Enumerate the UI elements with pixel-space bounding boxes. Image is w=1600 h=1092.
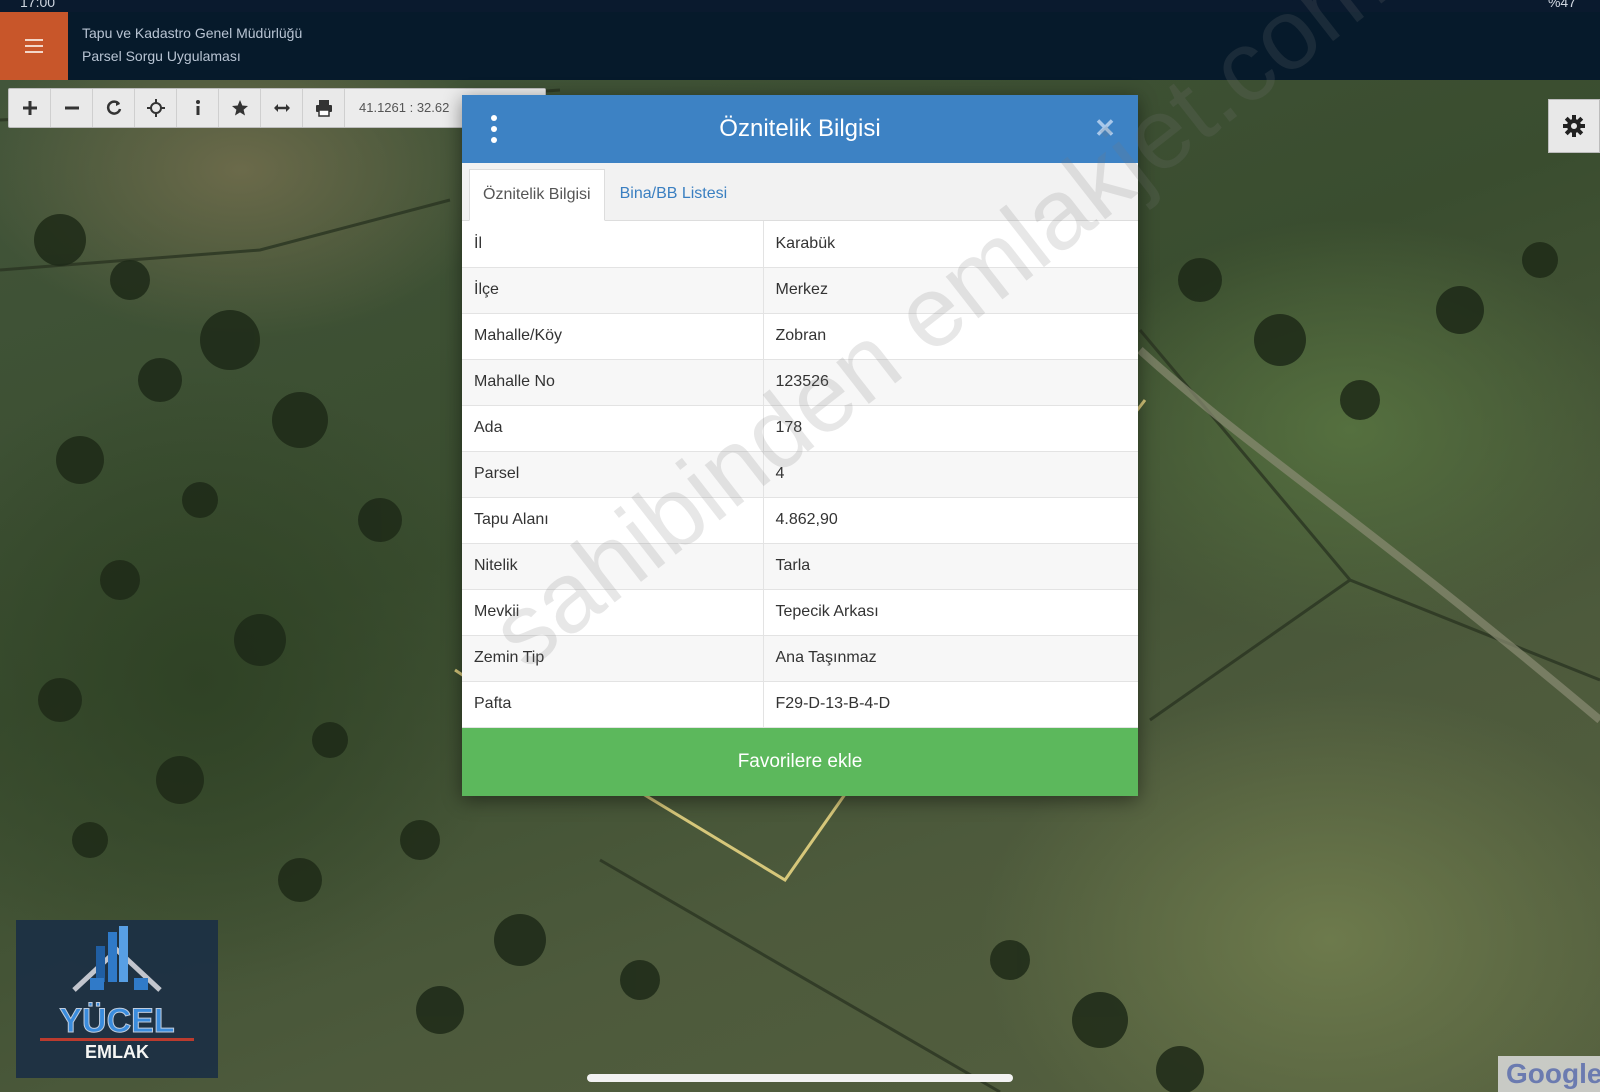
row-key: Tapu Alanı — [462, 497, 764, 544]
row-value: 178 — [763, 405, 1138, 452]
gear-icon[interactable] — [1548, 99, 1600, 153]
row-value: Karabük — [763, 221, 1138, 268]
crosshair-icon[interactable] — [135, 89, 177, 127]
table-row: Mahalle/Köy Zobran — [462, 313, 1138, 360]
row-value: Merkez — [763, 267, 1138, 314]
hamburger-icon[interactable] — [0, 12, 68, 80]
row-key: Pafta — [462, 681, 764, 728]
info-icon[interactable] — [177, 89, 219, 127]
status-time: 17:00 — [20, 0, 56, 10]
row-key: Mahalle No — [462, 359, 764, 406]
row-value: 123526 — [763, 359, 1138, 406]
row-key: Mevkii — [462, 589, 764, 636]
dialog-title: Öznitelik Bilgisi — [719, 115, 881, 142]
status-bar: 17:00 %47 — [0, 0, 1600, 12]
refresh-icon[interactable] — [93, 89, 135, 127]
row-value: 4.862,90 — [763, 497, 1138, 544]
google-attribution: Google — [1498, 1056, 1600, 1092]
status-battery: %47 — [1547, 0, 1576, 10]
row-value: Ana Taşınmaz — [763, 635, 1138, 682]
app-title: Tapu ve Kadastro Genel Müdürlüğü Parsel … — [82, 22, 302, 68]
print-icon[interactable] — [303, 89, 345, 127]
row-key: Zemin Tip — [462, 635, 764, 682]
table-row: Parsel 4 — [462, 451, 1138, 498]
tab-building-list[interactable]: Bina/BB Listesi — [605, 169, 741, 221]
row-key: İlçe — [462, 267, 764, 314]
row-value: Zobran — [763, 313, 1138, 360]
table-row: İlçe Merkez — [462, 267, 1138, 314]
logo-name: YÜCEL — [59, 1002, 174, 1040]
close-icon[interactable]: ✕ — [1092, 115, 1118, 141]
dialog-tabs: Öznitelik Bilgisi Bina/BB Listesi — [462, 163, 1138, 221]
yucel-emlak-logo: YÜCEL EMLAK — [16, 920, 218, 1078]
row-value: Tarla — [763, 543, 1138, 590]
table-row: Mevkii Tepecik Arkası — [462, 589, 1138, 636]
table-row: Nitelik Tarla — [462, 543, 1138, 590]
minus-icon[interactable] — [51, 89, 93, 127]
row-value: 4 — [763, 451, 1138, 498]
table-row: Zemin Tip Ana Taşınmaz — [462, 635, 1138, 682]
row-key: İl — [462, 221, 764, 268]
measure-icon[interactable] — [261, 89, 303, 127]
star-icon[interactable] — [219, 89, 261, 127]
table-row: Pafta F29-D-13-B-4-D — [462, 681, 1138, 728]
row-key: Ada — [462, 405, 764, 452]
row-key: Nitelik — [462, 543, 764, 590]
table-row: Tapu Alanı 4.862,90 — [462, 497, 1138, 544]
table-row: Mahalle No 123526 — [462, 359, 1138, 406]
row-key: Mahalle/Köy — [462, 313, 764, 360]
add-favorite-button[interactable]: Favorilere ekle — [462, 727, 1138, 796]
dialog-header: Öznitelik Bilgisi ✕ — [462, 95, 1138, 163]
app-title-line1: Tapu ve Kadastro Genel Müdürlüğü — [82, 25, 303, 41]
home-indicator — [587, 1074, 1013, 1082]
row-key: Parsel — [462, 451, 764, 498]
plus-icon[interactable] — [9, 89, 51, 127]
app-title-line2: Parsel Sorgu Uygulaması — [82, 48, 241, 64]
tab-attribute-info[interactable]: Öznitelik Bilgisi — [469, 169, 605, 221]
table-row: İl Karabük — [462, 221, 1138, 268]
attribute-table: İl Karabük İlçe Merkez Mahalle/Köy Zobran M… — [462, 221, 1138, 728]
table-row: Ada 178 — [462, 405, 1138, 452]
attribute-dialog: Öznitelik Bilgisi ✕ Öznitelik Bilgisi Bi… — [462, 95, 1138, 796]
row-value: Tepecik Arkası — [763, 589, 1138, 636]
logo-subtitle: EMLAK — [85, 1042, 149, 1062]
row-value: F29-D-13-B-4-D — [763, 681, 1138, 728]
app-header: Tapu ve Kadastro Genel Müdürlüğü Parsel … — [0, 12, 1600, 80]
